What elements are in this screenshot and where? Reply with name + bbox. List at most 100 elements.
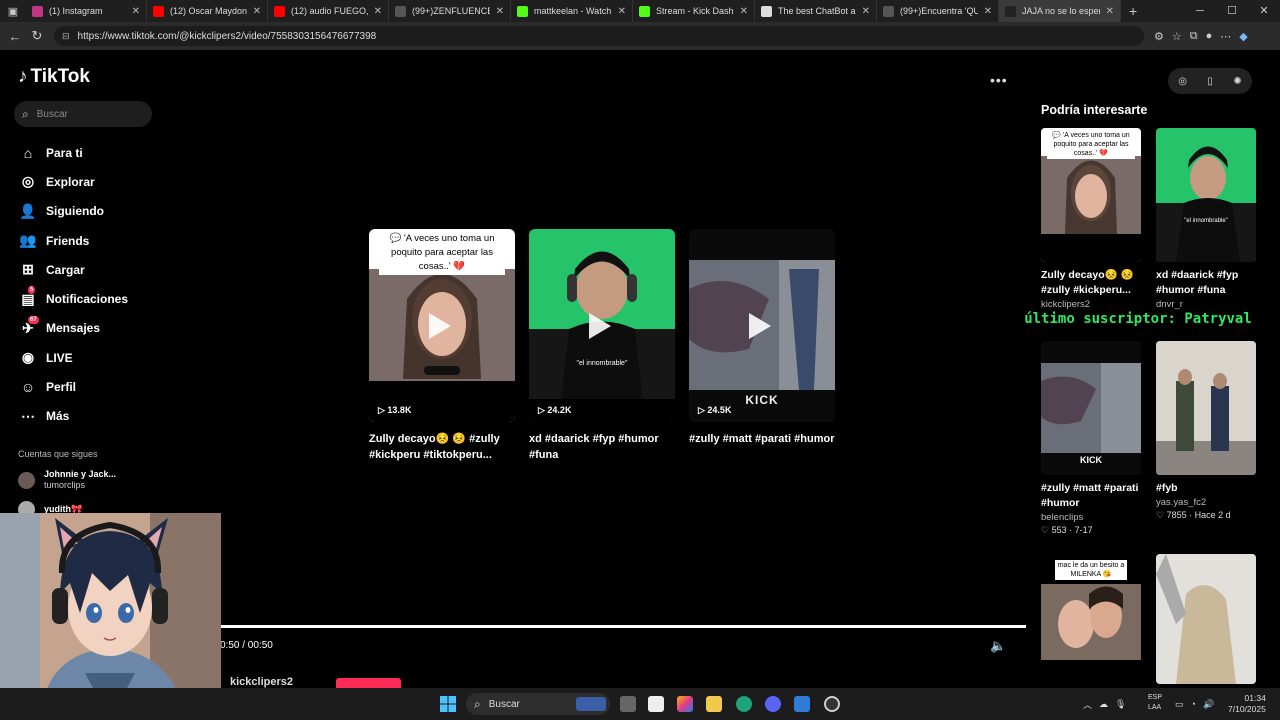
video-progress-bar[interactable]: [221, 625, 1026, 628]
browser-tab[interactable]: (99+)Encuentra 'QUE T ✕: [877, 0, 999, 22]
volume-icon[interactable]: 🔈: [990, 638, 1006, 654]
video-card[interactable]: 💬 'A veces uno toma un poquito para acep…: [369, 229, 515, 422]
task-view-icon[interactable]: [620, 696, 636, 712]
file-explorer-icon[interactable]: [706, 696, 722, 712]
coins-icon[interactable]: ◎: [1178, 76, 1187, 87]
browser-tab[interactable]: (12) Oscar Maydon x Fu ✕: [147, 0, 268, 22]
recommended-caption: mac le da un besito a MILENKA 😘: [1055, 560, 1127, 580]
tab-close-icon[interactable]: ✕: [1106, 6, 1114, 17]
discord-icon[interactable]: [765, 696, 781, 712]
tab-close-icon[interactable]: ✕: [740, 6, 748, 17]
sidebar-item-more[interactable]: ⋯ Más: [18, 402, 128, 431]
profile-icon: ☺: [20, 379, 36, 396]
video-card[interactable]: "el innombrable" ▷ 24.2K: [529, 229, 675, 422]
extensions-icon[interactable]: ⚙: [1154, 30, 1164, 43]
following-account[interactable]: Johnnie y Jack... tumorclips: [18, 469, 116, 491]
tab-close-icon[interactable]: ✕: [862, 6, 870, 17]
clock-date: 7/10/2025: [1228, 704, 1266, 714]
browser-tab[interactable]: Stream - Kick Dashboa ✕: [633, 0, 755, 22]
recommended-video[interactable]: [1156, 554, 1256, 684]
new-tab-button[interactable]: +: [1129, 3, 1137, 19]
sidebar-item-label: Explorar: [46, 174, 95, 189]
sidebar-item-profile[interactable]: ☺ Perfil: [18, 372, 128, 401]
sidebar-item-inbox[interactable]: ▤ 5 Notificaciones: [18, 284, 128, 313]
sidebar-nav: ⌂ Para ti ◎ Explorar 👤 Siguiendo 👥 Friends ⊞ Carg…: [18, 138, 128, 431]
tab-close-icon[interactable]: ✕: [984, 6, 992, 17]
video-title[interactable]: xd #daarick #fyp #humor #funa: [529, 431, 679, 463]
language-indicator[interactable]: ESP LAA: [1148, 693, 1162, 713]
favorites-icon[interactable]: ☆: [1172, 30, 1182, 43]
recommended-caption: "el innombrable": [1184, 218, 1228, 224]
sidebar-item-live[interactable]: ◉ LIVE: [18, 343, 128, 372]
tab-close-icon[interactable]: ✕: [618, 6, 626, 17]
recommended-caption: 💬 'A veces uno toma un poquito para acep…: [1047, 130, 1135, 159]
sidebar-item-following[interactable]: 👤 Siguiendo: [18, 197, 128, 226]
copilot-icon[interactable]: ◆: [1239, 30, 1247, 43]
video-title[interactable]: #zully #matt #parati #humor: [689, 431, 839, 447]
mic-icon[interactable]: 🎙: [1115, 699, 1126, 710]
recommended-video[interactable]: 💬 'A veces uno toma un poquito para acep…: [1041, 128, 1141, 311]
store-icon[interactable]: [648, 696, 664, 712]
back-button[interactable]: ←: [4, 29, 26, 44]
sidebar-item-label: Siguiendo: [46, 204, 104, 219]
browser-tab[interactable]: mattkeelan - Watch th ✕: [511, 0, 633, 22]
recommended-video[interactable]: KICK #zully #matt #parati #humor belencl…: [1041, 341, 1141, 537]
display-icon[interactable]: ▭: [1175, 699, 1184, 710]
tab-close-icon[interactable]: ✕: [253, 6, 261, 17]
copilot-app-icon[interactable]: [677, 696, 693, 712]
sidebar-item-friends[interactable]: 👥 Friends: [18, 226, 128, 255]
maximize-button[interactable]: ☐: [1216, 0, 1248, 22]
search-input[interactable]: ⌕ Buscar: [14, 101, 152, 127]
tab-close-icon[interactable]: ✕: [374, 6, 382, 17]
browser-tab[interactable]: (99+)ZENFLUENCER (@ ✕: [389, 0, 511, 22]
sidebar-item-compass[interactable]: ◎ Explorar: [18, 167, 128, 196]
play-icon: [429, 313, 451, 339]
device-icon[interactable]: ▯: [1207, 76, 1213, 87]
volume-icon[interactable]: 🔊: [1203, 699, 1214, 710]
view-count: ▷ 13.8K: [378, 405, 412, 415]
sidebar-item-upload[interactable]: ⊞ Cargar: [18, 255, 128, 284]
more-options-icon[interactable]: •••: [990, 72, 1008, 88]
clock[interactable]: 01:34 7/10/2025: [1228, 693, 1266, 715]
video-card[interactable]: KICK ▷ 24.5K: [689, 229, 835, 422]
obs-icon[interactable]: [824, 696, 840, 712]
close-window-button[interactable]: ✕: [1248, 0, 1280, 22]
tab-favicon-icon: [517, 5, 528, 17]
onedrive-icon[interactable]: ☁: [1099, 699, 1108, 710]
reload-button[interactable]: ↻: [26, 28, 48, 44]
tab-close-icon[interactable]: ✕: [132, 6, 140, 17]
app-icon[interactable]: [794, 696, 810, 712]
browser-tab[interactable]: The best ChatBot and ✕: [755, 0, 877, 22]
profile-icon[interactable]: ✺: [1233, 76, 1241, 87]
taskbar-search[interactable]: ⌕ Buscar: [466, 693, 610, 715]
tab-title: (1) Instagram: [49, 6, 103, 16]
recommended-video[interactable]: mac le da un besito a MILENKA 😘: [1041, 554, 1141, 684]
tiktok-logo[interactable]: ♪ TikTok: [18, 66, 90, 88]
video-title[interactable]: Zully decayo😣 😣 #zully #kickperu #tiktok…: [369, 431, 519, 463]
workspace-icon[interactable]: ▣: [0, 5, 26, 18]
collections-icon[interactable]: ⧉: [1190, 30, 1198, 43]
site-info-icon[interactable]: ⊟: [62, 31, 70, 42]
sidebar-item-messages[interactable]: ✈ 67 Mensajes: [18, 314, 128, 343]
recommended-user: belenclips: [1041, 512, 1084, 523]
recommended-thumbnail: mac le da un besito a MILENKA 😘: [1041, 554, 1141, 684]
author-name[interactable]: kickclipers2: [230, 676, 293, 688]
start-icon[interactable]: [440, 696, 456, 712]
browser-tab[interactable]: (1) Instagram ✕: [26, 0, 147, 22]
tab-favicon-icon: [153, 5, 164, 17]
sidebar-item-home[interactable]: ⌂ Para ti: [18, 138, 128, 167]
show-hidden-icons-icon[interactable]: ︿: [1083, 698, 1092, 711]
minimize-button[interactable]: ─: [1184, 0, 1216, 22]
wifi-icon[interactable]: ◔: [1191, 699, 1196, 709]
friends-icon: 👥: [19, 232, 37, 249]
browser-tab[interactable]: (12) audio FUEGO, FUE ✕: [268, 0, 389, 22]
profile-avatar-icon[interactable]: ●: [1206, 30, 1213, 43]
url-field[interactable]: ⊟ https://www.tiktok.com/@kickclipers2/v…: [54, 26, 1144, 46]
tab-title: (99+)Encuentra 'QUE T: [900, 6, 978, 16]
tab-close-icon[interactable]: ✕: [496, 6, 504, 17]
menu-icon[interactable]: ⋯: [1220, 30, 1231, 43]
browser-tab[interactable]: JAJA no se lo esperab ✕: [999, 0, 1121, 22]
recommended-video[interactable]: "el innombrable" xd #daarick #fyp #humor…: [1156, 128, 1256, 311]
edge-icon[interactable]: [736, 696, 752, 712]
recommended-video[interactable]: #fyb yas.yas_fc2 ♡ 7855 · Hace 2 d: [1156, 341, 1256, 522]
